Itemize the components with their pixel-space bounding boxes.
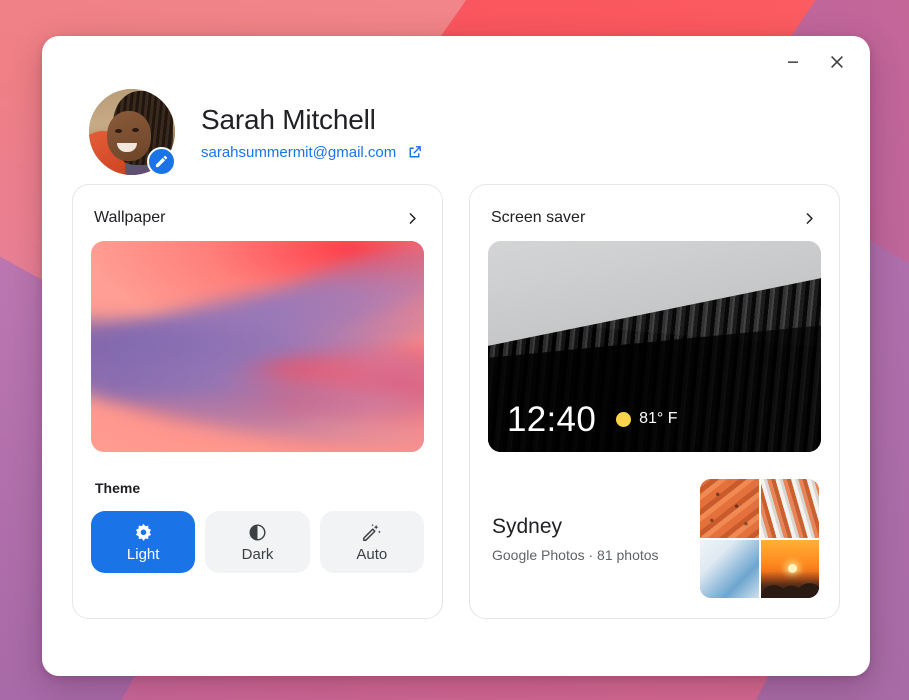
screensaver-card: Screen saver 12:40 81° F Sydney Google P… bbox=[469, 184, 840, 619]
album-text: Sydney Google Photos · 81 photos bbox=[492, 514, 659, 563]
avatar-wrapper bbox=[89, 89, 176, 176]
desktop-background: Sarah Mitchell sarahsummermit@gmail.com bbox=[0, 0, 909, 700]
external-link-icon[interactable] bbox=[406, 144, 423, 161]
brightness-sun-icon bbox=[133, 522, 154, 543]
theme-option-light[interactable]: Light bbox=[91, 511, 196, 573]
album-title: Sydney bbox=[492, 515, 563, 538]
account-row: Sarah Mitchell sarahsummermit@gmail.com bbox=[42, 36, 870, 176]
collage-photo bbox=[700, 479, 759, 538]
minimize-icon bbox=[788, 61, 798, 63]
theme-label: Theme bbox=[95, 480, 141, 496]
screensaver-time: 12:40 bbox=[507, 400, 597, 439]
avatar-eye bbox=[132, 128, 139, 132]
wallpaper-card: Wallpaper Theme Light Dark Auto bbox=[72, 184, 443, 619]
account-email-link[interactable]: sarahsummermit@gmail.com bbox=[201, 144, 396, 161]
avatar-face bbox=[107, 111, 151, 161]
edit-avatar-button[interactable] bbox=[147, 147, 176, 176]
cards-container: Wallpaper Theme Light Dark Auto Screen s… bbox=[42, 176, 870, 619]
theme-options: Light Dark Auto bbox=[91, 511, 424, 573]
screensaver-weather: 81° F bbox=[616, 410, 678, 430]
chevron-right-icon[interactable] bbox=[404, 210, 421, 227]
window-controls bbox=[774, 36, 870, 88]
album-collage[interactable] bbox=[700, 479, 819, 598]
wallpaper-card-header[interactable]: Wallpaper bbox=[91, 201, 424, 227]
screensaver-temperature: 81° F bbox=[639, 410, 678, 427]
account-text: Sarah Mitchell sarahsummermit@gmail.com bbox=[201, 103, 423, 161]
theme-option-label: Light bbox=[126, 545, 160, 563]
album-subtitle: Google Photos · 81 photos bbox=[492, 547, 659, 563]
account-email-row: sarahsummermit@gmail.com bbox=[201, 144, 423, 161]
wallpaper-title: Wallpaper bbox=[94, 209, 166, 226]
magic-wand-icon bbox=[361, 522, 382, 543]
minimize-button[interactable] bbox=[774, 43, 812, 81]
chevron-right-icon[interactable] bbox=[801, 210, 818, 227]
theme-option-label: Dark bbox=[241, 545, 274, 563]
account-name: Sarah Mitchell bbox=[201, 104, 376, 135]
screensaver-card-header[interactable]: Screen saver bbox=[488, 201, 821, 227]
collage-photo bbox=[700, 539, 759, 598]
collage-photo bbox=[760, 479, 819, 538]
half-circle-icon bbox=[248, 522, 267, 543]
theme-option-label: Auto bbox=[356, 545, 388, 563]
collage-photo bbox=[760, 539, 819, 598]
wallpaper-preview[interactable] bbox=[91, 241, 424, 452]
close-button[interactable] bbox=[818, 43, 856, 81]
theme-option-dark[interactable]: Dark bbox=[205, 511, 310, 573]
pencil-icon bbox=[155, 155, 168, 168]
album-row[interactable]: Sydney Google Photos · 81 photos bbox=[488, 479, 821, 598]
screensaver-overlay: 12:40 81° F bbox=[507, 401, 678, 439]
sunset-sun-icon bbox=[787, 564, 797, 574]
avatar-eye bbox=[115, 129, 122, 133]
sun-icon bbox=[616, 411, 632, 427]
wallpaper-image bbox=[91, 241, 424, 452]
screensaver-preview[interactable]: 12:40 81° F bbox=[488, 241, 821, 452]
close-icon bbox=[831, 56, 843, 68]
personalization-dialog: Sarah Mitchell sarahsummermit@gmail.com bbox=[42, 36, 870, 676]
theme-option-auto[interactable]: Auto bbox=[319, 511, 424, 573]
screensaver-title: Screen saver bbox=[491, 209, 586, 226]
